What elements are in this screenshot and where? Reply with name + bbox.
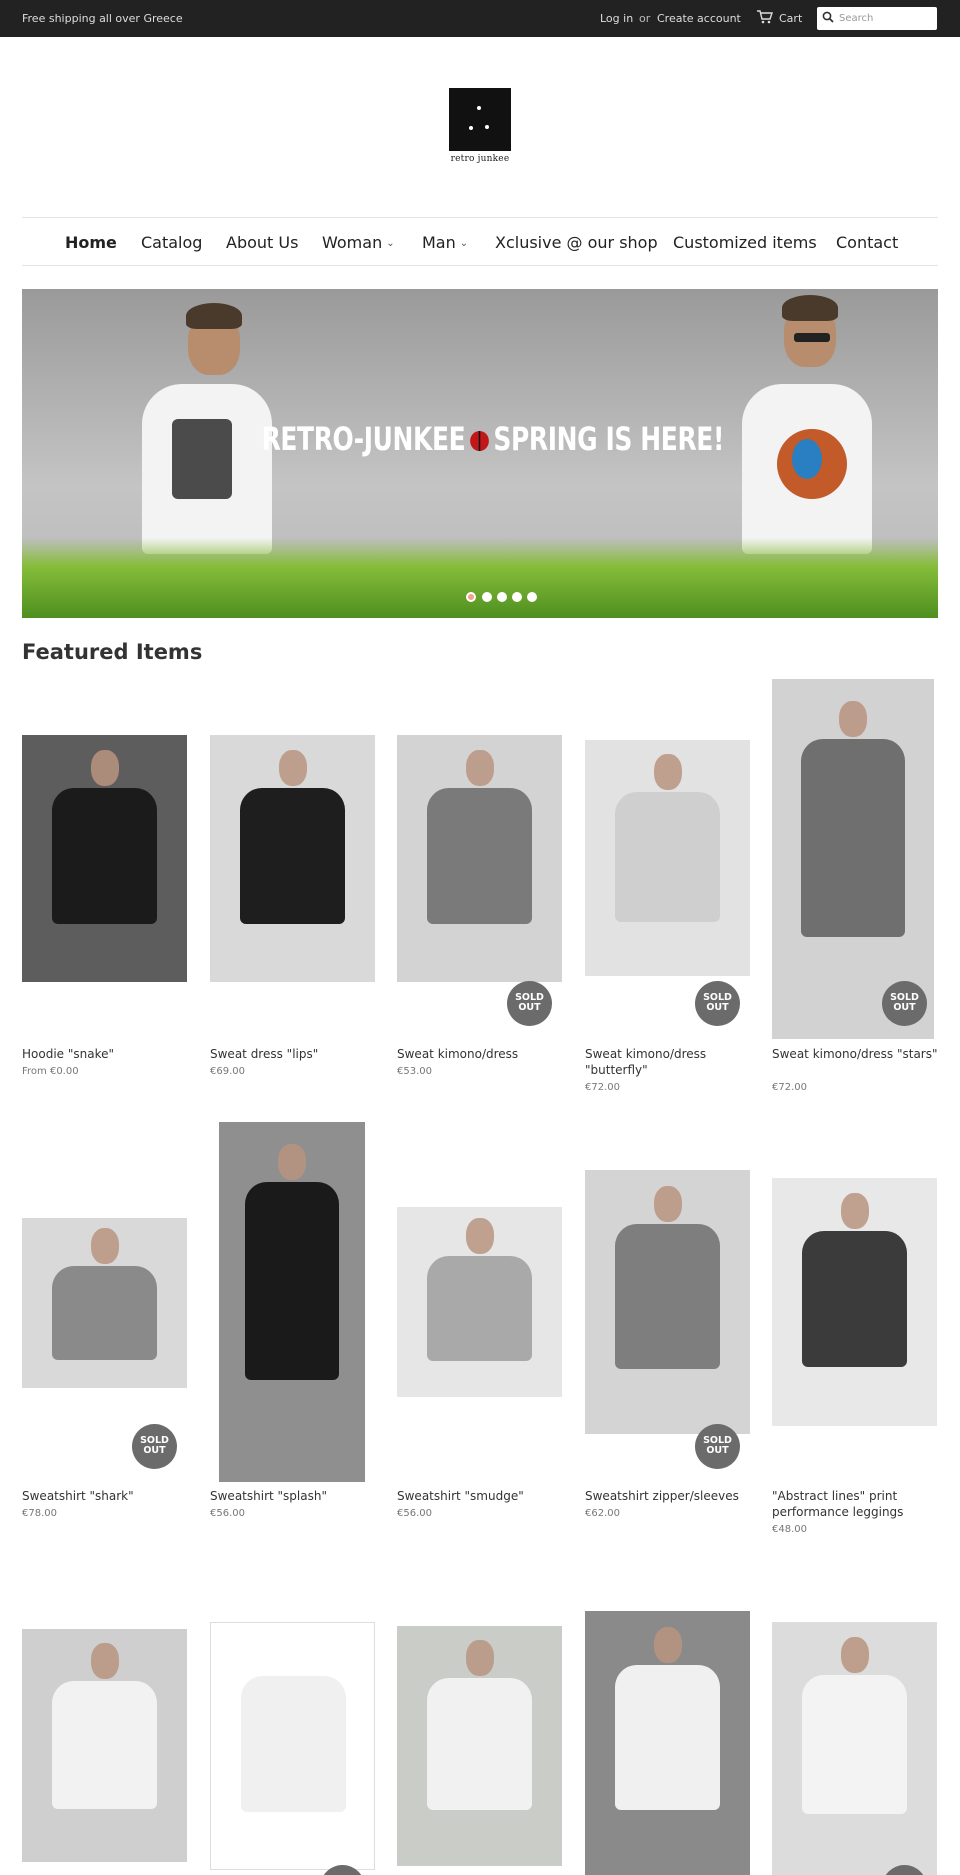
search-icon[interactable] [822,11,834,26]
product-title[interactable]: Sweatshirt zipper/sleeves [585,1488,755,1504]
product-title[interactable]: Sweat kimono/dress [397,1046,567,1062]
product-price: €62.00 [585,1508,620,1519]
nav-item-customized-items[interactable]: Customized items [673,233,817,252]
or-text: or [639,12,651,25]
search-box[interactable] [817,7,937,30]
product-price: €72.00 [772,1082,807,1093]
product-price: €56.00 [210,1508,245,1519]
nav-item-man[interactable]: Man ⌄ [422,233,468,252]
product-price: €78.00 [22,1508,57,1519]
product-image[interactable] [772,1178,937,1426]
sold-out-badge: SOLDOUT [695,981,740,1026]
product-price: €72.00 [585,1082,620,1093]
main-navigation: Home Catalog About Us Woman ⌄ Man ⌄ Xclusi… [22,217,938,266]
site-logo[interactable]: retro junkee [448,88,512,168]
sold-out-badge: SOLDOUT [695,1424,740,1469]
ladybug-icon [470,431,489,451]
hero-grass [22,538,938,618]
product-image[interactable] [397,735,562,982]
slide-dot-5[interactable] [527,592,537,602]
product-image[interactable] [22,1629,187,1862]
product-image[interactable] [397,1626,562,1866]
product-image[interactable] [397,1207,562,1397]
nav-item-catalog[interactable]: Catalog [141,233,202,252]
product-title[interactable]: Sweatshirt "smudge" [397,1488,567,1504]
announcement-bar: Free shipping all over Greece Log in or … [0,0,960,37]
product-image[interactable] [22,735,187,982]
chevron-down-icon: ⌄ [459,238,469,249]
search-input[interactable] [839,10,933,26]
nav-item-contact[interactable]: Contact [836,233,898,252]
sold-out-badge: SOLDOUT [132,1424,177,1469]
product-price: From €0.00 [22,1066,79,1077]
product-title[interactable]: Sweatshirt "shark" [22,1488,192,1504]
product-image[interactable] [210,735,375,982]
hero-slideshow[interactable]: RETRO-JUNKEE SPRING IS HERE! [22,289,938,618]
slide-dot-1[interactable] [466,592,476,602]
slide-dot-4[interactable] [512,592,522,602]
nav-item-woman[interactable]: Woman ⌄ [322,233,395,252]
product-image[interactable] [585,1611,750,1875]
nav-item-about-us[interactable]: About Us [226,233,298,252]
product-image[interactable] [210,1622,375,1870]
product-image[interactable] [772,1622,937,1875]
create-account-link[interactable]: Create account [657,12,741,25]
featured-title: Featured Items [22,640,203,664]
nav-item-home[interactable]: Home [65,233,117,252]
free-shipping-text: Free shipping all over Greece [22,12,183,25]
hero-headline: RETRO-JUNKEE SPRING IS HERE! [261,420,725,458]
product-price: €56.00 [397,1508,432,1519]
product-title[interactable]: "Abstract lines" print performance leggi… [772,1488,942,1520]
login-link[interactable]: Log in [600,12,633,25]
sold-out-badge: SOLDOUT [507,981,552,1026]
product-image[interactable] [219,1122,365,1482]
product-title[interactable]: Sweat kimono/dress "stars" [772,1046,942,1062]
logo-wordmark: retro junkee [450,154,510,164]
product-image[interactable] [22,1218,187,1388]
chevron-down-icon: ⌄ [386,238,395,249]
product-title[interactable]: Sweat dress "lips" [210,1046,380,1062]
product-image[interactable] [585,740,750,976]
nav-item-xclusive[interactable]: Xclusive @ our shop [495,233,658,252]
logo-mark [449,88,511,151]
product-image[interactable] [585,1170,750,1434]
cart-icon[interactable] [757,10,773,27]
product-title[interactable]: Sweatshirt "splash" [210,1488,380,1504]
cart-link[interactable]: Cart [779,12,802,25]
slide-dot-2[interactable] [482,592,492,602]
product-title[interactable]: Hoodie "snake" [22,1046,192,1062]
product-price: €48.00 [772,1524,807,1535]
sold-out-badge: SOLDOUT [882,981,927,1026]
slide-dot-3[interactable] [497,592,507,602]
product-price: €53.00 [397,1066,432,1077]
product-title[interactable]: Sweat kimono/dress "butterfly" [585,1046,755,1078]
product-price: €69.00 [210,1066,245,1077]
